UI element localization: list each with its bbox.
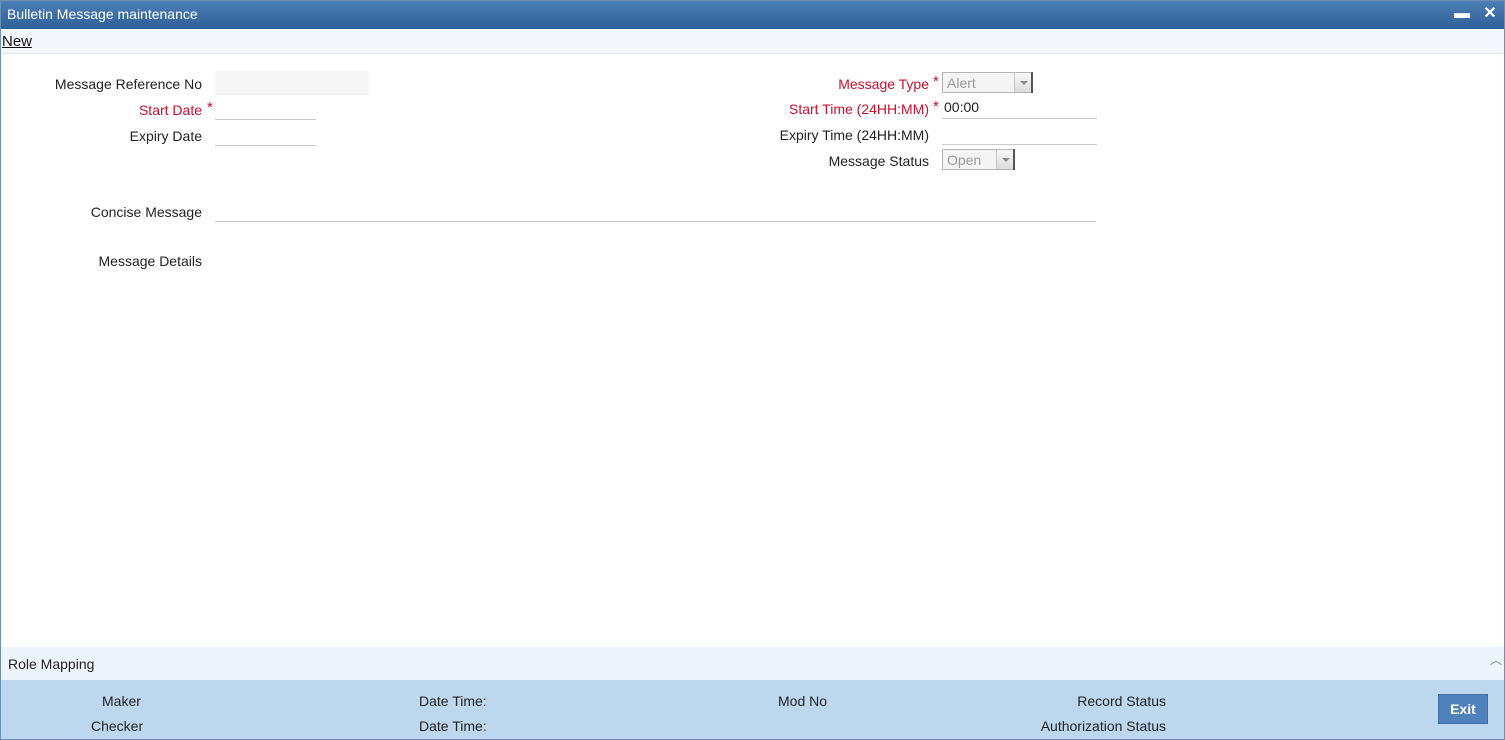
start-time-label: Start Time (24HH:MM) xyxy=(788,101,929,117)
message-status-dropdown-button[interactable] xyxy=(996,150,1013,169)
authorization-status-label: Authorization Status xyxy=(1040,718,1166,734)
start-date-label: Start Date xyxy=(138,102,202,118)
role-mapping-link[interactable]: Role Mapping xyxy=(8,656,94,672)
message-reference-no-label: Message Reference No xyxy=(54,76,202,92)
message-type-required-mark: * xyxy=(933,73,939,90)
checker-datetime-label: Date Time: xyxy=(419,718,487,734)
message-type-value: Alert xyxy=(947,75,976,91)
message-details-label: Message Details xyxy=(98,253,203,269)
mod-no-label: Mod No xyxy=(778,693,828,709)
start-time-required-mark: * xyxy=(933,98,939,115)
new-link[interactable]: New xyxy=(2,33,32,50)
expiry-date-field[interactable] xyxy=(215,122,316,146)
chevron-down-icon xyxy=(1020,81,1028,85)
expiry-time-label: Expiry Time (24HH:MM) xyxy=(779,127,929,143)
message-reference-no-field[interactable] xyxy=(215,71,369,95)
message-status-select[interactable]: Open xyxy=(942,149,1015,170)
concise-message-field[interactable] xyxy=(215,198,1096,222)
maker-label: Maker xyxy=(102,693,141,709)
close-icon[interactable]: ✕ xyxy=(1480,4,1500,24)
start-date-required-mark: * xyxy=(207,99,213,116)
title-bar: Bulletin Message maintenance ▬ ✕ xyxy=(1,1,1504,29)
bulletin-message-window: Bulletin Message maintenance ▬ ✕ New Mes… xyxy=(0,0,1505,740)
menu-bar: New xyxy=(1,29,1504,54)
checker-label: Checker xyxy=(91,718,144,734)
start-date-field[interactable] xyxy=(215,96,316,120)
expiry-date-label: Expiry Date xyxy=(129,128,202,144)
audit-footer: Maker Checker Date Time: Date Time: Mod … xyxy=(1,680,1504,739)
chevron-up-icon[interactable]: ︿ xyxy=(1490,651,1502,668)
message-details-area[interactable] xyxy=(215,247,1096,627)
message-status-value: Open xyxy=(947,152,982,168)
role-mapping-bar: Role Mapping ︿ xyxy=(1,647,1504,680)
message-type-select[interactable]: Alert xyxy=(942,72,1033,93)
message-type-label: Message Type xyxy=(838,76,929,92)
concise-message-label: Concise Message xyxy=(90,204,202,220)
start-time-field[interactable] xyxy=(942,95,1097,119)
record-status-label: Record Status xyxy=(1077,693,1166,709)
minimize-icon[interactable]: ▬ xyxy=(1452,4,1472,24)
chevron-down-icon xyxy=(1002,158,1010,162)
maker-datetime-label: Date Time: xyxy=(419,693,487,709)
exit-button[interactable]: Exit xyxy=(1438,694,1488,724)
message-status-label: Message Status xyxy=(828,153,929,169)
expiry-time-field[interactable] xyxy=(942,121,1097,145)
message-type-dropdown-button[interactable] xyxy=(1014,73,1031,92)
window-title: Bulletin Message maintenance xyxy=(7,6,198,22)
